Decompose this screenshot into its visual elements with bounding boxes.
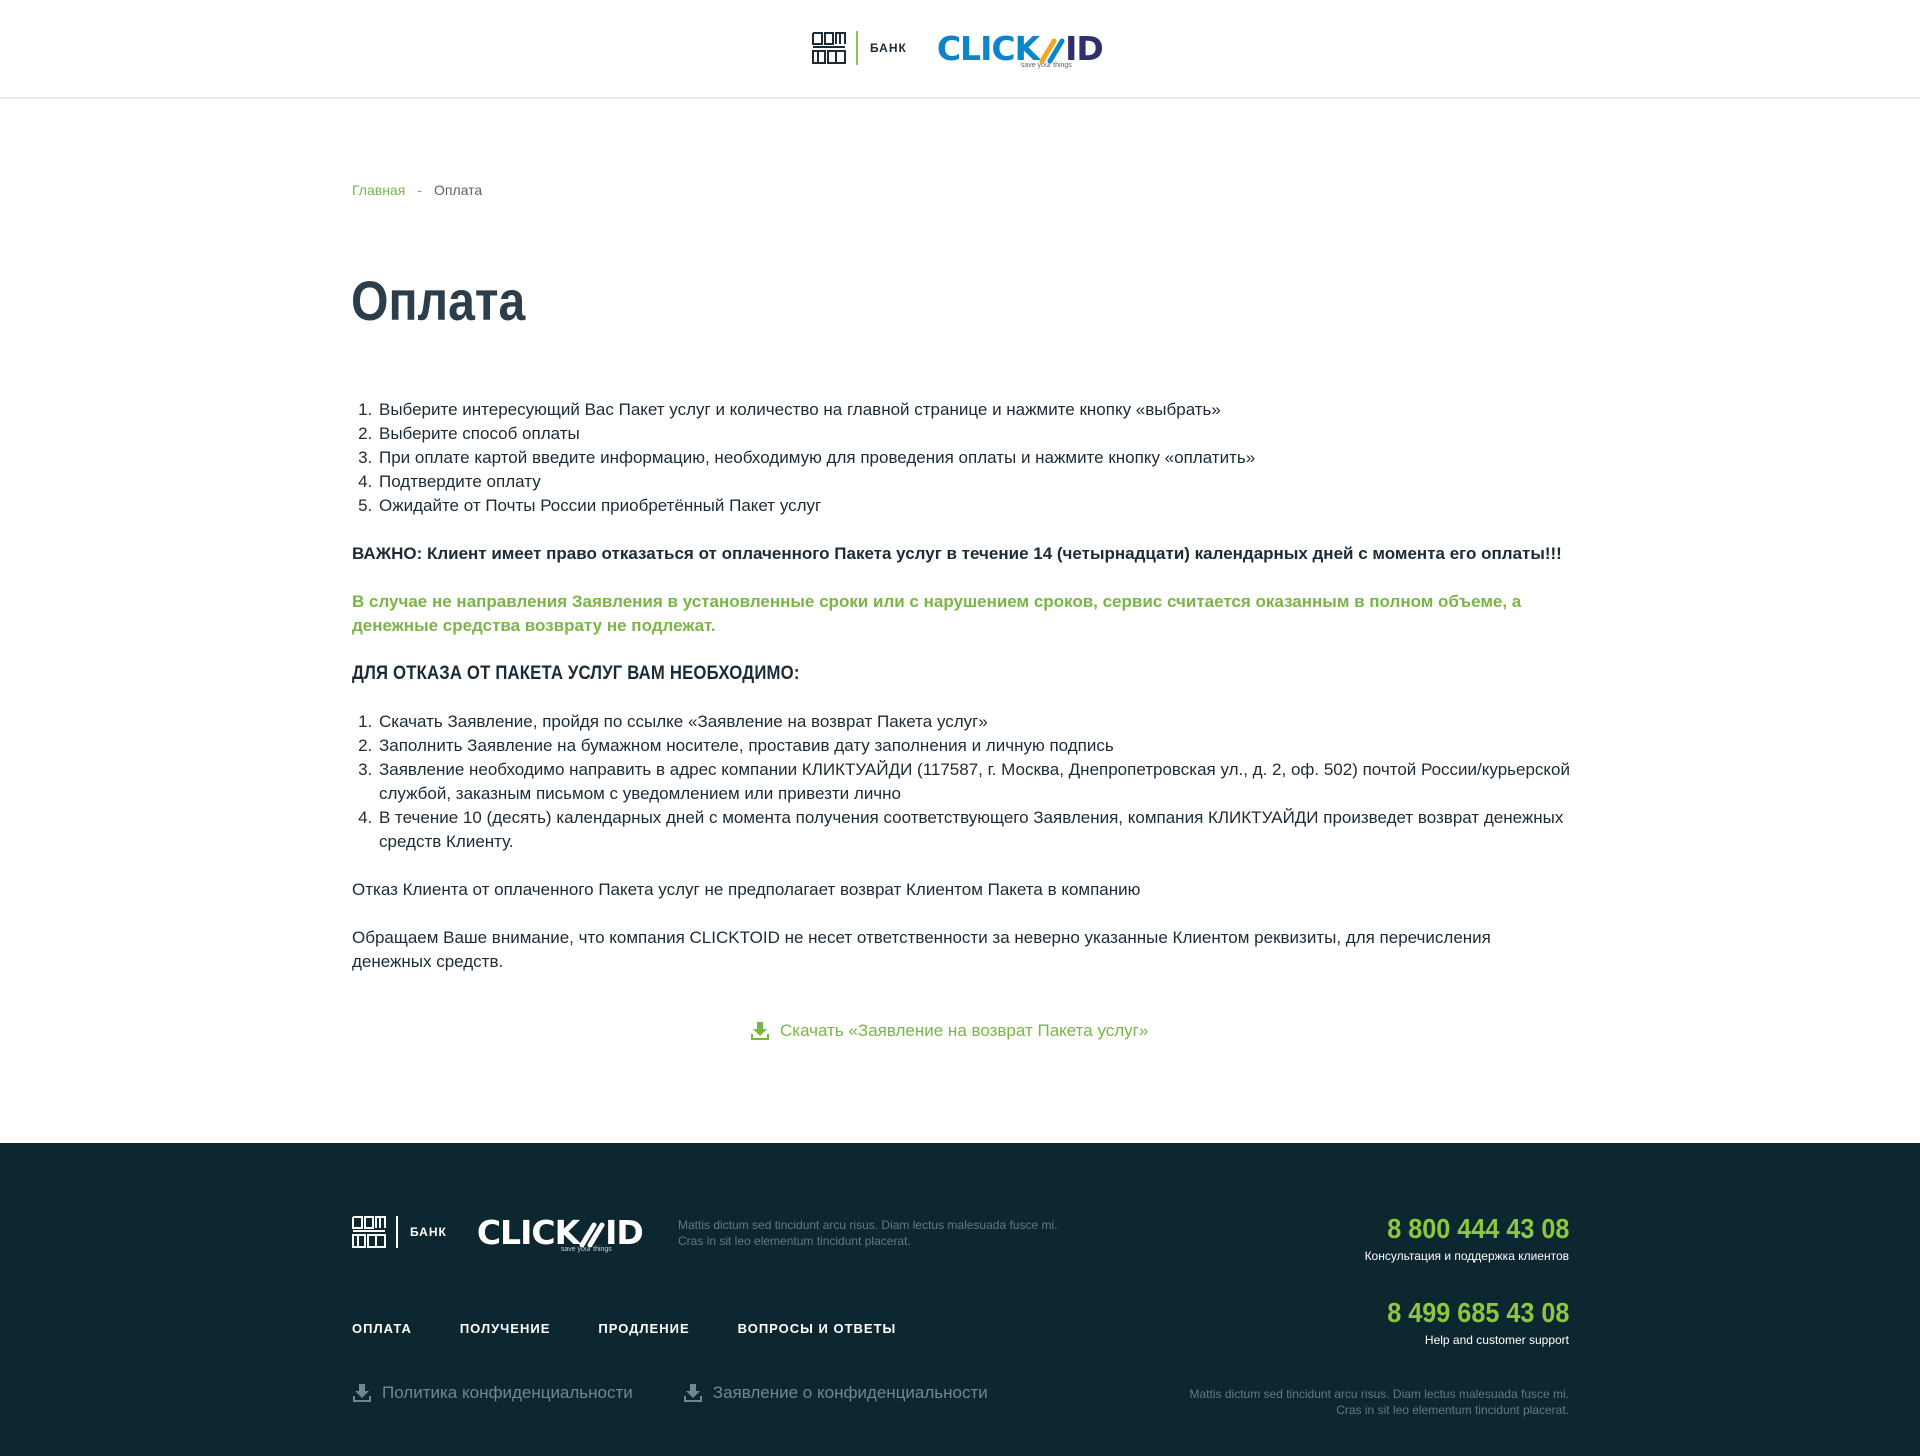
- footer-nav: ОПЛАТА ПОЛУЧЕНИЕ ПРОДЛЕНИЕ ВОПРОСЫ И ОТВ…: [352, 1321, 944, 1336]
- download-icon: [751, 1022, 769, 1040]
- download-label: Скачать «Заявление на возврат Пакета усл…: [780, 1021, 1149, 1040]
- list-item: В течение 10 (десять) календарных дней с…: [377, 806, 1572, 854]
- attention-note: Обращаем Ваше внимание, что компания CLI…: [352, 928, 1491, 971]
- logo-key-icon: [1039, 38, 1065, 63]
- logo-key-icon: [579, 1222, 605, 1247]
- privacy-statement-link[interactable]: Заявление о конфиденциальности: [683, 1383, 988, 1403]
- domrf-logo-icon: [812, 32, 846, 64]
- site-header: БАНК CLICK ID save your things: [0, 0, 1920, 99]
- domrf-logo[interactable]: БАНК: [812, 31, 907, 65]
- footer-description: Mattis dictum sed tincidunt arcu risus. …: [678, 1218, 1058, 1248]
- breadcrumb-home-link[interactable]: Главная: [352, 182, 405, 198]
- footer-phone-block-2: 8 499 685 43 08 Help and customer suppor…: [1367, 1297, 1569, 1347]
- footer-nav-faq[interactable]: ВОПРОСЫ И ОТВЕТЫ: [738, 1321, 897, 1336]
- bank-label: БАНК: [870, 41, 907, 55]
- download-refund-form-link[interactable]: Скачать «Заявление на возврат Пакета усл…: [750, 1021, 1148, 1041]
- footer-nav-renewal[interactable]: ПРОДЛЕНИЕ: [598, 1321, 689, 1336]
- page-title: Оплата: [351, 269, 526, 332]
- download-icon: [353, 1384, 371, 1402]
- list-item: При оплате картой введите информацию, не…: [377, 446, 1572, 470]
- clickid-logo[interactable]: CLICK ID save your things: [477, 1216, 644, 1253]
- important-notice: ВАЖНО: Клиент имеет право отказаться от …: [352, 544, 1562, 563]
- privacy-policy-label: Политика конфиденциальности: [382, 1383, 633, 1402]
- green-note: В случае не направления Заявления в уста…: [352, 592, 1522, 635]
- list-item: Заявление необходимо направить в адрес к…: [377, 758, 1572, 806]
- payment-content: Выберите интересующий Вас Пакет услуг и …: [352, 398, 1572, 974]
- clickid-logo[interactable]: CLICK ID save your things: [937, 32, 1104, 69]
- list-item: Выберите способ оплаты: [377, 422, 1572, 446]
- footer-description-2: Mattis dictum sed tincidunt arcu risus. …: [1189, 1387, 1569, 1417]
- refusal-note: Отказ Клиента от оплаченного Пакета услу…: [352, 880, 1141, 899]
- phone-caption-1: Консультация и поддержка клиентов: [1364, 1249, 1569, 1263]
- list-item: Выберите интересующий Вас Пакет услуг и …: [377, 398, 1572, 422]
- logo-tagline: save your things: [560, 1245, 612, 1253]
- download-icon: [683, 1384, 702, 1402]
- refund-steps-list: Скачать Заявление, пройдя по ссылке «Зая…: [352, 710, 1572, 854]
- list-item: Заполнить Заявление на бумажном носителе…: [377, 734, 1572, 758]
- privacy-statement-label: Заявление о конфиденциальности: [712, 1383, 988, 1402]
- breadcrumb: Главная - Оплата: [352, 182, 482, 198]
- list-item: Ожидайте от Почты России приобретённый П…: [377, 494, 1572, 518]
- footer-documents: Политика конфиденциальности Заявление о …: [352, 1383, 1038, 1403]
- bank-label: БАНК: [410, 1225, 447, 1239]
- footer-nav-payment[interactable]: ОПЛАТА: [352, 1321, 412, 1336]
- phone-caption-2: Help and customer support: [1424, 1333, 1569, 1347]
- phone-number-1[interactable]: 8 800 444 43 08: [1387, 1213, 1569, 1245]
- footer-phone-block-1: 8 800 444 43 08 Консультация и поддержка…: [1365, 1213, 1569, 1263]
- footer-logos[interactable]: БАНК CLICK ID save your things: [352, 1215, 644, 1253]
- logo-divider: [856, 31, 858, 65]
- site-footer: БАНК CLICK ID save your things Mattis dic…: [0, 1143, 1920, 1456]
- header-logos[interactable]: БАНК CLICK ID save your things: [812, 28, 1104, 69]
- footer-nav-receiving[interactable]: ПОЛУЧЕНИЕ: [460, 1321, 551, 1336]
- list-item: Подтвердите оплату: [377, 470, 1572, 494]
- list-item: Скачать Заявление, пройдя по ссылке «Зая…: [377, 710, 1572, 734]
- payment-steps-list: Выберите интересующий Вас Пакет услуг и …: [352, 398, 1572, 518]
- logo-tagline: save your things: [1020, 61, 1072, 69]
- phone-number-2[interactable]: 8 499 685 43 08: [1387, 1297, 1569, 1329]
- breadcrumb-current: Оплата: [433, 182, 483, 198]
- domrf-logo-icon: [352, 1216, 386, 1248]
- breadcrumb-separator: -: [417, 182, 422, 198]
- privacy-policy-link[interactable]: Политика конфиденциальности: [352, 1383, 633, 1403]
- refund-heading: ДЛЯ ОТКАЗА ОТ ПАКЕТА УСЛУГ ВАМ НЕОБХОДИМ…: [352, 663, 800, 684]
- logo-divider: [396, 1216, 398, 1248]
